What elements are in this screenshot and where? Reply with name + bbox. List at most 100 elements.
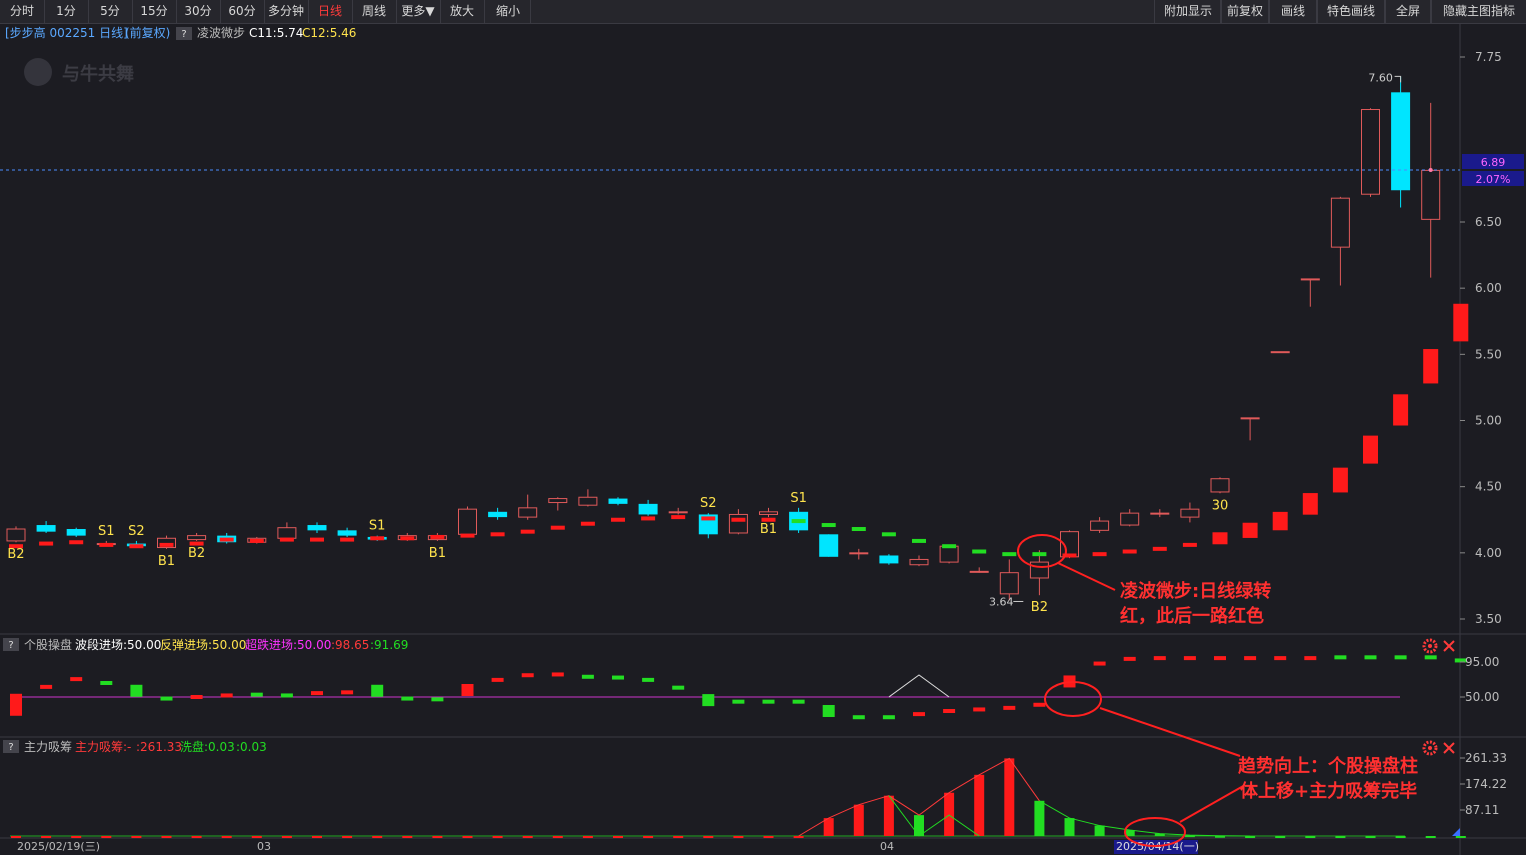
p2-bar-23 — [702, 694, 715, 707]
ma-marker-29 — [881, 532, 896, 537]
candle-body-46 — [1391, 92, 1411, 191]
toolbar-right-btn-4[interactable]: 全屏 — [1384, 0, 1432, 23]
p3-bar-26 — [793, 836, 804, 838]
toolbar-btn-6[interactable]: 多分钟 — [264, 0, 309, 23]
toolbar-btn-9[interactable]: 更多▼ — [396, 0, 441, 23]
ma-marker-39 — [1182, 542, 1197, 547]
p3-bar-21 — [643, 836, 654, 838]
candle-body-30 — [909, 558, 929, 566]
p2-bar-16 — [491, 677, 504, 682]
signal-B2-0: B2 — [7, 547, 24, 562]
toolbar-right-btn-2[interactable]: 画线 — [1268, 0, 1318, 23]
p2-header-f5: :91.69 — [370, 638, 408, 652]
toolbar-btn-3[interactable]: 15分 — [132, 0, 177, 23]
period-toolbar: 分时 1分 5分 15分 30分 60分 多分钟 日线 周线 更多▼ 放大 缩小 附加显示 前复权 画线 特色… — [0, 0, 1526, 24]
p2-bar-38 — [1153, 656, 1166, 661]
candle-body-31 — [939, 545, 959, 563]
signal-B1-8: B1 — [760, 522, 777, 537]
candle-body-45 — [1361, 109, 1380, 195]
main-ytick-label-6: 6.50 — [1475, 215, 1502, 229]
p3-bar-22 — [673, 836, 684, 838]
ma-marker-19 — [580, 521, 595, 526]
ma-marker-33 — [1002, 552, 1017, 557]
toolbar-right-btn-3[interactable]: 特色画线 — [1316, 0, 1386, 23]
toolbar-btn-7[interactable]: 日线 — [308, 0, 353, 23]
ma-marker-18 — [550, 525, 565, 530]
p2-bar-33 — [1003, 705, 1016, 710]
p2-bar-0 — [10, 693, 22, 716]
candle-body-18 — [548, 498, 568, 504]
p3-bar-4 — [131, 836, 142, 838]
p3-bar-12 — [372, 836, 383, 838]
p3-bar-14 — [432, 836, 443, 838]
price-box-pct: 2.07% — [1476, 173, 1511, 186]
signal-S1-5: S1 — [369, 519, 386, 534]
current-price-dot — [1428, 168, 1433, 172]
ma-marker-41 — [1242, 522, 1258, 538]
p2-header-f1: 波段进场:50.00 — [75, 637, 161, 652]
p3-bar-19 — [582, 836, 593, 838]
p2-bar-32 — [973, 707, 986, 712]
p2-bar-29 — [882, 715, 895, 720]
candle-body-17 — [518, 507, 538, 518]
main-ytick-label-7: 7.75 — [1475, 50, 1502, 64]
ma-marker-27 — [821, 523, 836, 528]
toolbar-btn-4[interactable]: 30分 — [176, 0, 221, 23]
ma-marker-3 — [99, 542, 114, 547]
p3-bar-15 — [462, 836, 473, 838]
p2-bar-22 — [672, 685, 685, 690]
toolbar-right-btn-0[interactable]: 附加显示 — [1154, 0, 1222, 23]
p2-bar-8 — [250, 692, 263, 697]
toolbar-btn-11[interactable]: 缩小 — [486, 0, 531, 23]
toolbar-btn-8[interactable]: 周线 — [352, 0, 397, 23]
p3-bar-47 — [1425, 836, 1436, 838]
p3-bar-18 — [552, 836, 563, 838]
p2-bar-6 — [190, 695, 203, 699]
toolbar-right-btn-5[interactable]: 隐藏主图指标 — [1430, 0, 1526, 23]
p2-bar-9 — [280, 693, 293, 698]
ma-marker-30 — [912, 538, 926, 543]
p3-bar-28 — [853, 804, 864, 836]
p3-bar-24 — [733, 836, 744, 838]
main-ytick-label-4: 5.50 — [1475, 347, 1502, 361]
ma-marker-17 — [520, 529, 535, 534]
p2-bar-27 — [822, 705, 835, 717]
candle-body-9 — [277, 527, 297, 539]
candle-body-40 — [1210, 478, 1230, 493]
ma-marker-38 — [1152, 546, 1167, 551]
p3-bar-32 — [974, 774, 985, 836]
toolbar-btn-10[interactable]: 放大 — [440, 0, 485, 23]
p3-bar-23 — [703, 836, 714, 838]
p3-header-f4: :0.03 — [236, 740, 267, 754]
candle-body-27 — [819, 534, 839, 557]
p2-header-f4: :98.65 — [331, 638, 369, 652]
main-ytick-label-3: 5.00 — [1475, 414, 1502, 428]
ma-marker-36 — [1092, 552, 1107, 557]
candle-body-28 — [849, 552, 869, 555]
signal-B2-4: B2 — [188, 546, 205, 561]
candle-body-42 — [1270, 351, 1290, 354]
toolbar-btn-1[interactable]: 1分 — [44, 0, 89, 23]
p2-bar-30 — [913, 712, 925, 717]
p3-bar-7 — [221, 836, 232, 838]
p3-bar-43 — [1305, 836, 1316, 838]
toolbar-btn-2[interactable]: 5分 — [88, 0, 133, 23]
p3-bar-2 — [71, 836, 82, 838]
signal-S2-7: S2 — [700, 496, 717, 511]
toolbar-btn-5[interactable]: 60分 — [220, 0, 265, 23]
ma-marker-13 — [400, 536, 415, 541]
p2-bar-43 — [1304, 656, 1317, 661]
p3-header-f3: 洗盘:0.03 — [180, 739, 235, 754]
p2-bar-44 — [1334, 655, 1347, 660]
ma-marker-23 — [701, 516, 716, 521]
p3-bar-44 — [1335, 836, 1346, 838]
toolbar-btn-0[interactable]: 分时 — [0, 0, 45, 23]
ma-marker-45 — [1363, 435, 1378, 464]
ma-marker-21 — [641, 516, 656, 521]
candle-body-2 — [66, 529, 86, 536]
candle-body-43 — [1300, 278, 1320, 281]
candle-body-21 — [638, 503, 658, 515]
p2-bar-41 — [1244, 656, 1257, 661]
toolbar-right-btn-1[interactable]: 前复权 — [1220, 0, 1270, 23]
p3-bar-20 — [613, 836, 623, 838]
